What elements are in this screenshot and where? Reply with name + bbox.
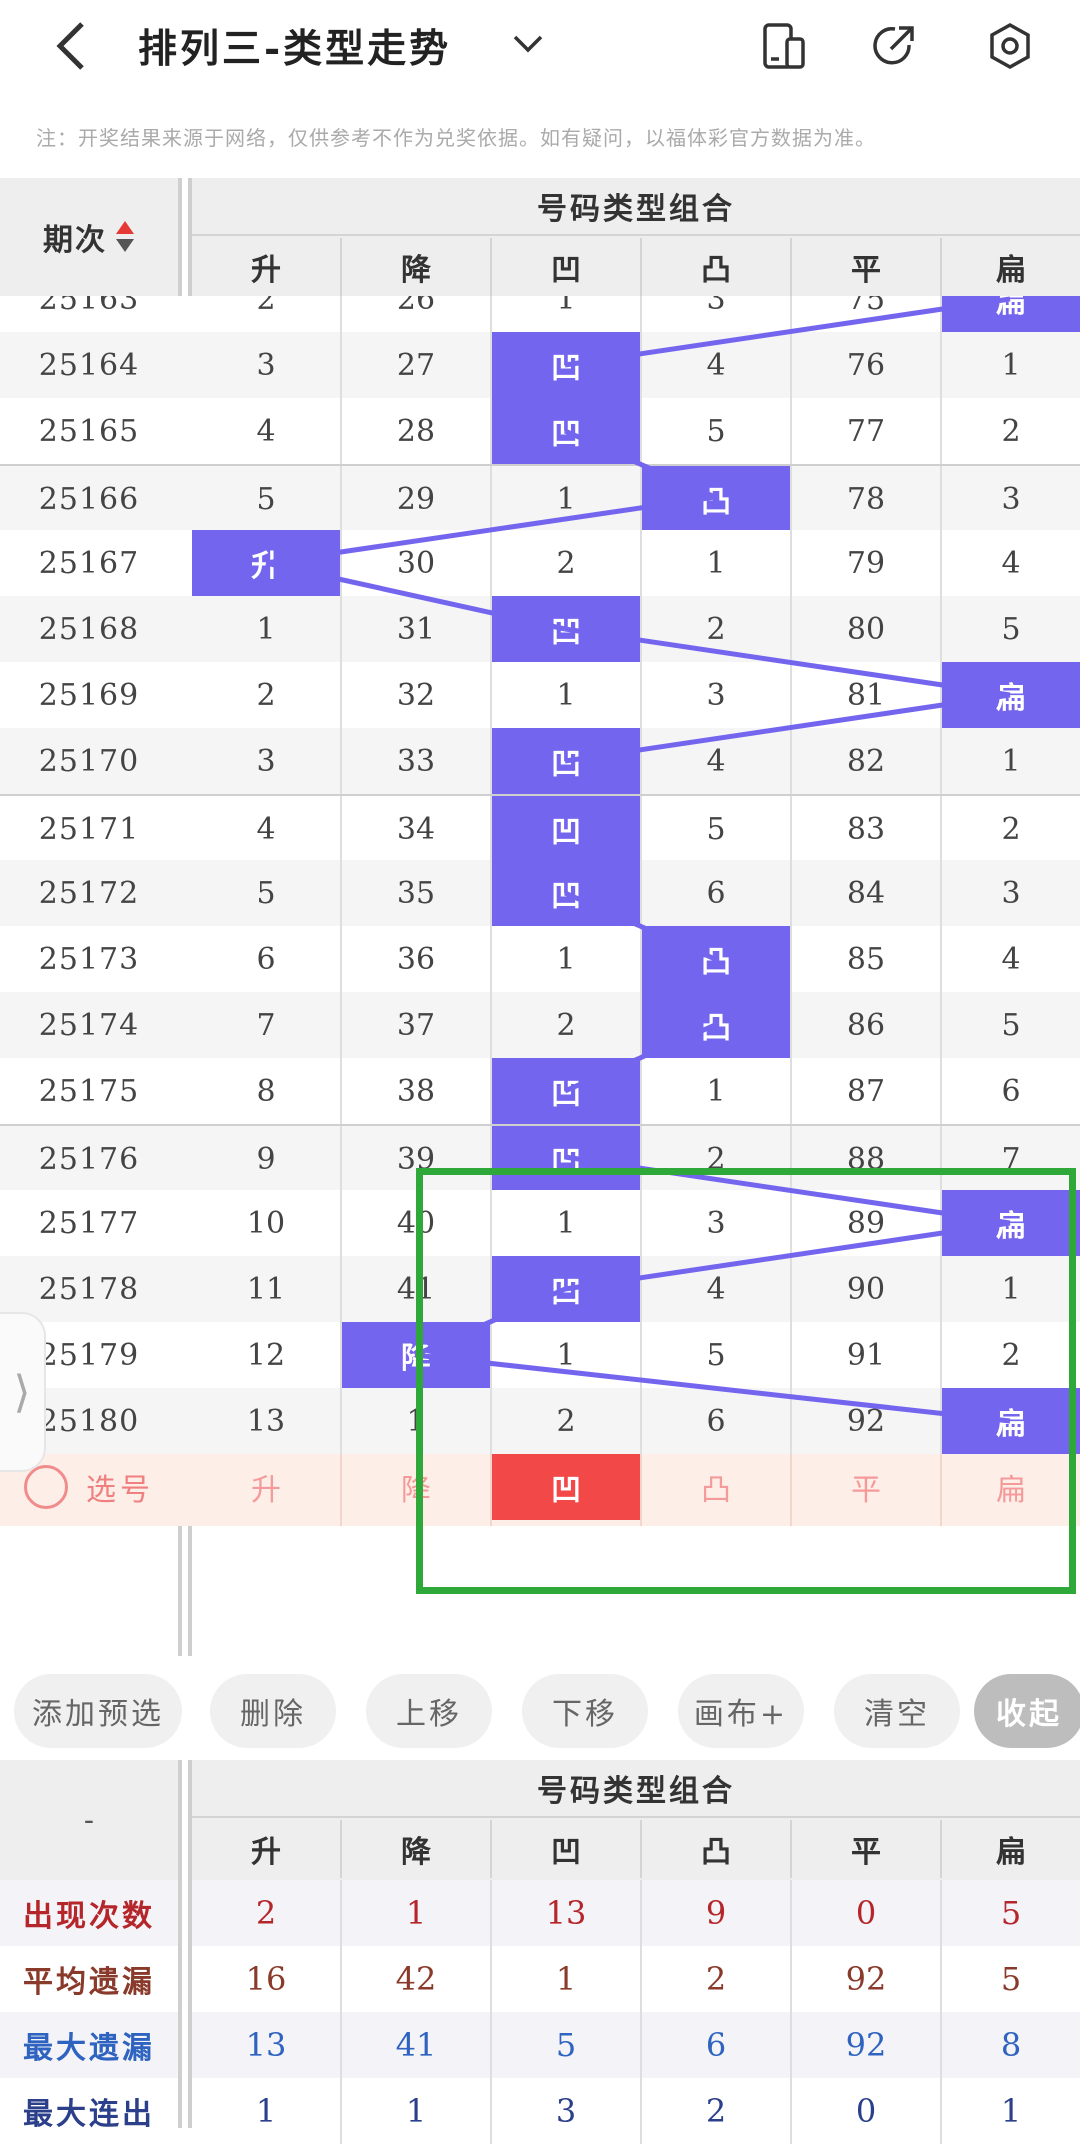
stats-row: 出现次数 2 1 13 9 0 5 <box>0 1880 1080 1946</box>
group-title: 号码类型组合 <box>192 178 1080 236</box>
settings-gear-icon[interactable] <box>978 14 1042 78</box>
sort-icon[interactable] <box>115 219 135 255</box>
stats-value: 2 <box>640 2078 790 2144</box>
toolbar-button-5[interactable]: 清空 <box>834 1674 960 1748</box>
stats-value: 1 <box>490 1946 640 2012</box>
action-toolbar: 添加预选 删除 上移 下移 画布+ 清空 收起 <box>0 1656 1080 1760</box>
stats-value: 13 <box>490 1880 640 1946</box>
stats-value: 0 <box>790 1880 940 1946</box>
col-header-5: 扁 <box>940 238 1080 296</box>
trend-line-segment <box>564 692 1011 764</box>
trend-line-segment <box>563 1022 717 1094</box>
stats-value: 92 <box>790 2012 940 2078</box>
chevron-right-icon: ⟩ <box>13 1366 31 1418</box>
toolbar-button-6[interactable]: 收起 <box>974 1674 1080 1748</box>
stats-value: 41 <box>340 2012 490 2078</box>
trend-line-segment <box>563 428 717 500</box>
stats-value: 92 <box>790 1946 940 2012</box>
col-header-3: 凸 <box>640 238 790 296</box>
stats-value: 8 <box>940 2012 1080 2078</box>
toolbar-button-4[interactable]: 画布+ <box>678 1674 804 1748</box>
stats-label: 最大遗漏 <box>23 2031 155 2066</box>
stats-value: 6 <box>640 2012 790 2078</box>
back-arrow-icon[interactable] <box>40 14 100 78</box>
highlight-box <box>416 1168 1076 1594</box>
stats-value: 16 <box>245 1960 287 1998</box>
share-icon[interactable] <box>862 14 926 78</box>
stats-value: 2 <box>255 1894 277 1932</box>
disclaimer-notice: 注：开奖结果来源于网络，仅供参考不作为兑奖依据。如有疑问，以福体彩官方数据为准。 <box>36 126 876 150</box>
col-header-1: 降 <box>340 238 490 296</box>
issue-column-header[interactable]: 期次 <box>0 178 178 296</box>
stats-col-header-2: 凹 <box>490 1820 640 1878</box>
stats-value: 0 <box>790 2078 940 2144</box>
toolbar-button-2[interactable]: 上移 <box>366 1674 492 1748</box>
stats-label: 最大连出 <box>23 2097 155 2132</box>
stats-value: 5 <box>940 1946 1080 2012</box>
issue-header-label: 期次 <box>43 223 107 258</box>
trend-line-segment <box>564 626 1011 698</box>
side-drawer-handle[interactable]: ⟩ <box>0 1312 46 1472</box>
statistics-table: - 号码类型组合 升降凹凸平扁 出现次数 2 1 13 9 0 5 平均遗漏 16 42 1 2 92 5… <box>0 1760 1080 2144</box>
stats-value: 3 <box>490 2078 640 2144</box>
stats-value: 9 <box>640 1880 790 1946</box>
stats-value: 1 <box>340 1880 490 1946</box>
stats-value: 1 <box>340 2078 490 2144</box>
top-app-bar: 排列三-类型走势 <box>0 0 1080 96</box>
stats-corner: - <box>0 1760 178 1880</box>
stats-value: 42 <box>340 1946 490 2012</box>
stats-col-header-1: 降 <box>340 1820 490 1878</box>
stats-label: 平均遗漏 <box>23 1965 155 2000</box>
stats-col-header-0: 升 <box>251 1835 281 1870</box>
stats-label: 出现次数 <box>23 1899 155 1934</box>
col-header-0: 升 <box>251 253 281 288</box>
stats-header: 号码类型组合 升 降凹凸平扁 <box>192 1760 1080 1880</box>
dropdown-chevron-icon[interactable] <box>508 24 548 64</box>
toolbar-button-1[interactable]: 删除 <box>210 1674 336 1748</box>
stats-col-header-4: 平 <box>790 1820 940 1878</box>
stats-row: 最大遗漏 13 41 5 6 92 8 <box>0 2012 1080 2078</box>
col-header-4: 平 <box>790 238 940 296</box>
page-title[interactable]: 排列三-类型走势 <box>138 16 451 76</box>
trend-line-segment <box>563 890 717 962</box>
stats-value: 2 <box>640 1946 790 2012</box>
device-switch-icon[interactable] <box>752 14 816 78</box>
stats-col-header-5: 扁 <box>940 1820 1080 1878</box>
stats-value: 13 <box>245 2026 287 2064</box>
stats-value: 1 <box>255 2092 277 2130</box>
trend-line-segment <box>265 494 716 566</box>
trend-line-segment <box>564 296 1011 368</box>
col-header-2: 凹 <box>490 238 640 296</box>
stats-row: 平均遗漏 16 42 1 2 92 5 <box>0 1946 1080 2012</box>
stats-group-title: 号码类型组合 <box>192 1760 1080 1818</box>
stats-value: 5 <box>490 2012 640 2078</box>
toolbar-button-3[interactable]: 下移 <box>522 1674 648 1748</box>
type-group-header: 号码类型组合 升 降凹凸平扁 <box>192 178 1080 296</box>
trend-line-segment <box>265 560 566 632</box>
toolbar-button-0[interactable]: 添加预选 <box>14 1674 182 1748</box>
stats-value: 1 <box>940 2078 1080 2144</box>
stats-col-header-3: 凸 <box>640 1820 790 1878</box>
stats-column-divider <box>178 1760 192 2128</box>
stats-row: 最大连出 1 1 3 2 0 1 <box>0 2078 1080 2144</box>
stats-value: 5 <box>940 1880 1080 1946</box>
